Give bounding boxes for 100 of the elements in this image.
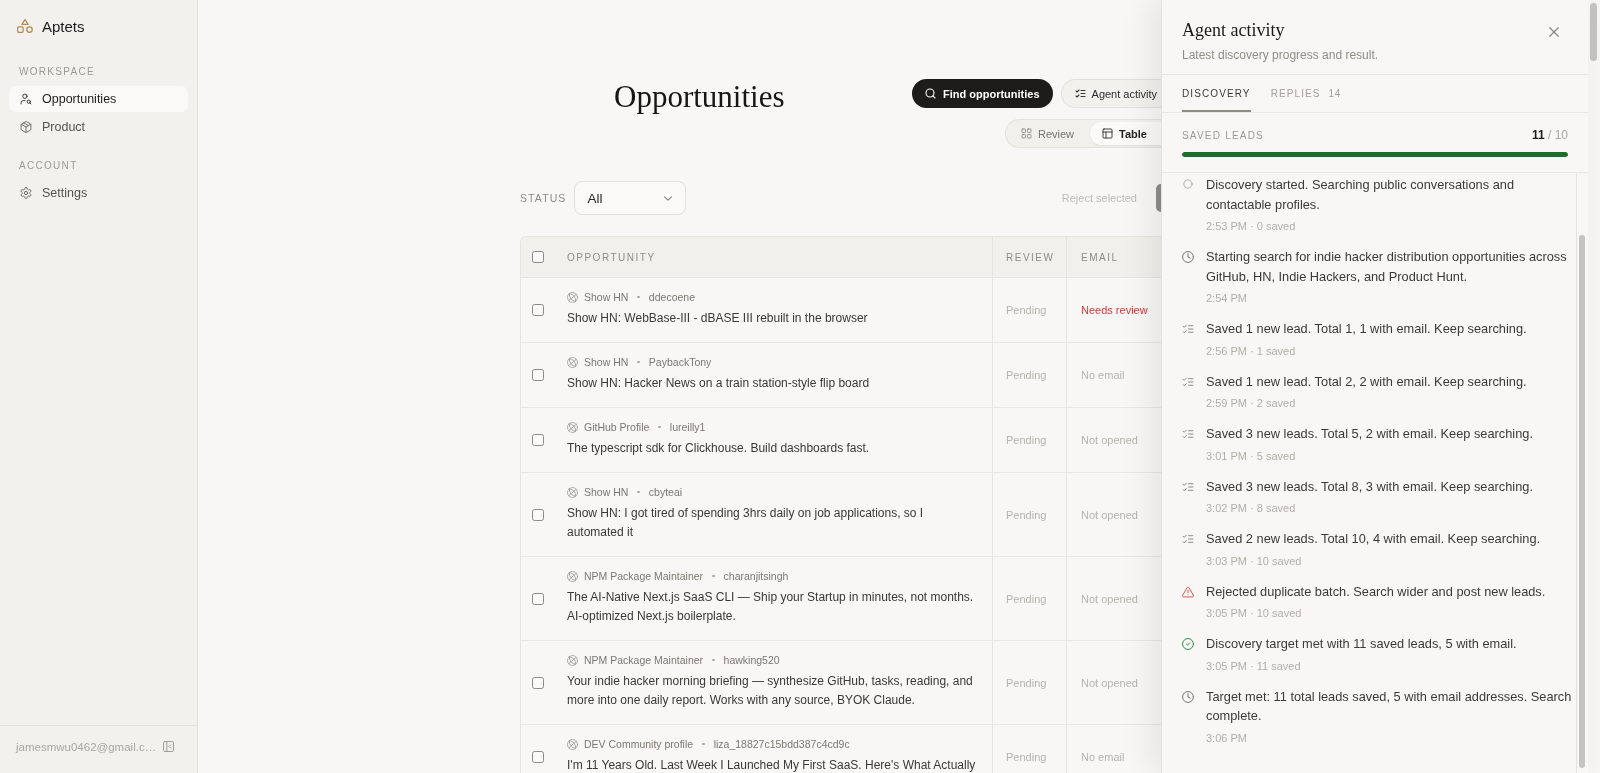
checklist-icon [1182,323,1194,335]
separator-dot-icon [637,295,640,299]
globe-icon [567,291,578,303]
nav-item[interactable]: Settings [9,180,188,206]
globe-icon [567,570,578,582]
source-label: NPM Package Maintainer [584,570,704,582]
author-name: cbyteai [648,486,683,498]
chevron-down-icon [664,195,673,201]
opportunity-title: The typescript sdk for Clickhouse. Build dashboards fast. [567,440,871,457]
table-icon [1102,128,1114,139]
separator-dot-icon [637,360,640,364]
email-status: Not opened [1081,508,1138,521]
email-status: Not opened [1081,676,1138,689]
close-icon[interactable] [1549,27,1559,37]
separator-dot-icon [658,425,661,429]
find-button[interactable]: Find opportunities [912,79,1053,108]
view-tab[interactable]: Review [1009,122,1087,145]
author-name: charanjitsingh [723,570,789,582]
source-label: Show HN [584,486,629,498]
activity-button[interactable]: Agent activity [1060,79,1161,108]
activity-message: Saved 3 new leads. Total 5, 2 with email. Keep searching. [1206,425,1533,443]
status-select[interactable]: All [574,181,687,215]
separator-dot-icon [637,490,640,494]
checklist-icon [1182,533,1194,545]
activity-message: Discovery target met with 11 saved leads, 5 with email. [1206,635,1517,653]
account-email: jamesmwu0462@gmail.c… [16,739,157,754]
checklist-icon [1182,375,1194,388]
author-name: ddecoene [648,291,695,303]
activity-message: Saved 2 new leads. Total 10, 4 with email. Keep searching. [1206,530,1541,548]
saved-leads-count: 11 / 10 [1531,128,1568,142]
scrollbar-thumb[interactable] [1579,235,1585,768]
clock-icon [1182,251,1194,263]
opportunity-title: Show HN: WebBase-III - dBASE III rebuilt in the browser [567,310,869,327]
opportunity-title: Your indie hacker morning briefing — synthesize GitHub, tasks, reading, and more into one daily report. Works with any source, BYOK Claude. [567,673,974,709]
scrollbar-thumb[interactable] [1590,3,1597,61]
row-checkbox[interactable] [532,751,544,763]
warning-icon [1182,585,1194,598]
checklist-icon [1074,88,1086,99]
nav-item[interactable]: Product [9,114,188,140]
row-checkbox[interactable] [532,592,544,605]
activity-time: 2:59 PM · 2 saved [1206,396,1297,411]
email-status: Not opened [1081,434,1138,446]
round-button-icon[interactable] [1156,184,1161,212]
row-checkbox[interactable] [532,434,544,446]
row-checkbox[interactable] [532,304,544,316]
circle-icon [1183,179,1193,189]
separator-dot-icon [712,658,715,662]
checklist-icon [1182,480,1194,493]
sidebar-toggle-icon[interactable] [163,741,174,752]
section-heading: ACCOUNT [18,160,79,172]
activity-time: 3:05 PM · 10 saved [1206,606,1303,621]
panel-subtitle: Latest discovery progress and result. [1182,47,1379,63]
email-status: No email [1081,369,1125,381]
author-name: PaybackTony [648,356,712,368]
panel-tab[interactable]: DISCOVERY [1182,75,1251,112]
review-status: Pending [1006,751,1047,763]
opportunity-title: The AI-Native Next.js SaaS CLI — Ship your Startup in minutes, not months. AI-optimized Next.js boilerplate. [567,589,975,625]
column-header: EMAIL [1081,251,1119,263]
activity-time: 2:53 PM · 0 saved [1206,219,1297,234]
section-heading: WORKSPACE [18,66,96,78]
view-tab[interactable]: Table [1090,122,1161,145]
globe-icon [567,654,578,666]
globe-icon [567,421,578,433]
activity-message: Starting search for indie hacker distribution opportunities across GitHub, HN, Indie Hackers, and Product Hunt. [1206,248,1568,286]
saved-leads-label: SAVED LEADS [1182,129,1264,141]
logo-icon [17,19,33,33]
gear-icon [20,187,32,199]
review-status: Pending [1006,676,1047,689]
activity-time: 3:06 PM [1206,730,1248,746]
box-icon [20,121,32,133]
source-label: GitHub Profile [584,421,650,433]
review-status: Pending [1006,304,1047,316]
status-label: STATUS [520,192,567,204]
row-checkbox[interactable] [532,369,544,381]
source-label: Show HN [584,291,629,303]
separator-dot-icon [712,574,715,578]
activity-message: Saved 1 new lead. Total 1, 1 with email. Keep searching. [1206,320,1527,338]
opportunity-title: Show HN: Hacker News on a train station-style flip board [567,375,871,392]
column-header: OPPORTUNITY [567,251,656,263]
source-label: Show HN [584,356,629,368]
row-checkbox[interactable] [532,676,544,689]
activity-time: 3:01 PM · 5 saved [1206,448,1297,464]
activity-time: 3:02 PM · 8 saved [1206,501,1297,516]
review-status: Pending [1006,508,1047,521]
column-header: REVIEW [1006,251,1055,263]
nav-item[interactable]: Opportunities [9,86,188,112]
activity-message: Rejected duplicate batch. Search wider and post new leads. [1206,582,1546,601]
search-icon [925,88,936,99]
review-status: Pending [1006,369,1047,381]
select-all-checkbox[interactable] [532,251,544,263]
user-search-icon [20,93,32,105]
activity-message: Discovery started. Searching public conversations and contactable profiles. [1206,176,1515,214]
activity-time: 2:54 PM [1206,291,1248,306]
email-status: Not opened [1081,592,1138,605]
opportunity-title: Show HN: I got tired of spending 3hrs daily on job applications, so I automated it [567,505,925,541]
page-title: Opportunities [614,79,785,115]
email-status: Needs review [1081,304,1148,316]
brand-name: Aptets [42,17,85,35]
row-checkbox[interactable] [532,508,544,521]
review-status: Pending [1006,592,1047,605]
